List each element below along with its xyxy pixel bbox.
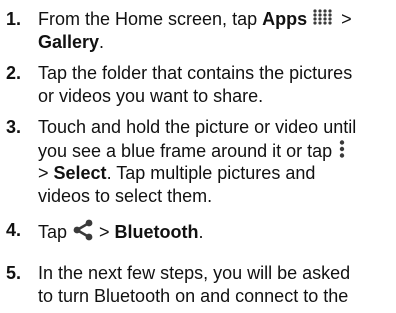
- step-4-line-1: Tap > Bluetooth.: [38, 219, 204, 247]
- step-text: >: [38, 163, 54, 183]
- step-number: 2.: [6, 63, 22, 83]
- step-2-line-1: Tap the folder that contains the picture…: [38, 63, 353, 83]
- step-1-line-2: Gallery.: [38, 31, 104, 54]
- step-text: >: [336, 9, 352, 29]
- step-text: >: [94, 221, 115, 242]
- step-5-line-2: to turn Bluetooth on and connect to the: [38, 286, 349, 306]
- apps-grid-icon: [312, 8, 336, 32]
- step-number: 5.: [6, 263, 22, 283]
- gallery-label: Gallery: [38, 32, 100, 52]
- step-text: .: [198, 221, 204, 242]
- step-text: you see a blue frame around it or tap: [38, 140, 333, 161]
- step-number: 3.: [6, 117, 22, 137]
- more-options-icon: [337, 139, 347, 165]
- step-1-line-1: From the Home screen, tap Apps >: [38, 8, 352, 32]
- bluetooth-label: Bluetooth: [114, 221, 199, 242]
- step-3-line-1: Touch and hold the picture or video unti…: [38, 117, 357, 137]
- select-label: Select: [53, 163, 107, 183]
- step-5-line-1: In the next few steps, you will be asked: [38, 263, 351, 283]
- share-icon: [72, 219, 94, 247]
- step-text: Tap: [38, 221, 73, 242]
- step-text: From the Home screen, tap: [38, 9, 263, 29]
- step-text: . Tap multiple pictures and: [106, 163, 316, 183]
- step-number: 4.: [6, 220, 22, 240]
- step-text: .: [99, 32, 105, 52]
- step-3-line-3: > Select. Tap multiple pictures and: [38, 162, 315, 185]
- step-number: 1.: [6, 9, 22, 29]
- step-3-line-4: videos to select them.: [38, 186, 213, 206]
- step-2-line-2: or videos you want to share.: [38, 86, 264, 106]
- apps-label: Apps: [262, 9, 308, 29]
